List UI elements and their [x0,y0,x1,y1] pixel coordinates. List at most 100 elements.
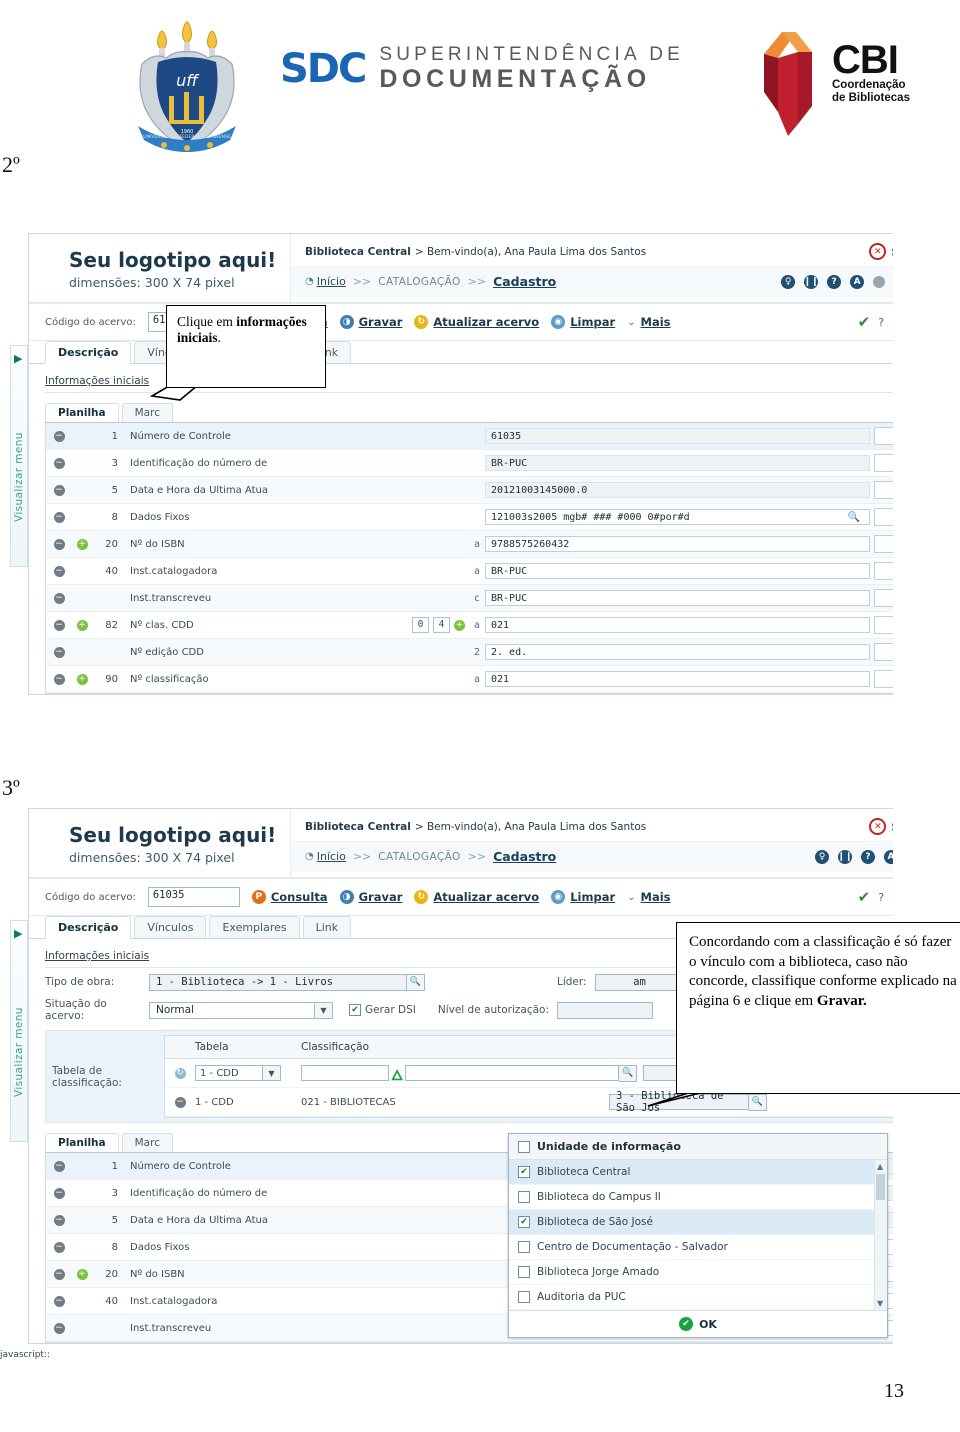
marc-row-extra-box[interactable] [874,427,893,445]
tab-descricao-1[interactable]: Descrição [45,341,132,364]
marc-value-input[interactable]: 021 [485,671,870,687]
remove-field-icon[interactable]: − [53,1160,65,1172]
marc-value-input[interactable]: BR-PUC [485,563,870,579]
lider-input[interactable]: am [594,973,685,991]
remove-field-icon[interactable]: − [53,1295,65,1307]
marc-row[interactable]: − 3 Identificação do número de BR-PUC [46,450,893,477]
marc-row[interactable]: −+20 Nº do ISBN a 9788575260432 [46,531,893,558]
add-field-icon[interactable]: + [76,1268,88,1280]
tab-link-2[interactable]: Link [302,916,352,938]
popup-select-all-checkbox[interactable] [518,1140,530,1153]
gerar-dsi-checkbox[interactable]: ✔ [349,1004,361,1016]
tab-descricao-2[interactable]: Descrição [45,916,132,939]
scroll-down-icon[interactable]: ▼ [877,1299,883,1308]
marc-row-extra-box[interactable] [874,616,893,634]
validate-check-icon-1[interactable]: ✔ [858,313,871,331]
location-icon-2[interactable]: ♀ [815,849,829,864]
popup-item-checkbox[interactable] [518,1241,530,1253]
marc-value-search-icon[interactable]: 🔍 [848,512,864,523]
popup-list-item[interactable]: ✔ Biblioteca Central [509,1160,887,1185]
subtab-planilha-1[interactable]: Planilha [45,403,119,422]
help-question-2[interactable]: ? [878,891,884,904]
marc-row[interactable]: − +82 Nº clas. CDD 0 4 + a 021 [46,612,893,639]
gravar-button-2[interactable]: ◑ Gravar [339,890,402,904]
remove-field-icon[interactable]: − [53,457,65,469]
gravar-button-1[interactable]: ◑ Gravar [339,315,402,329]
marc-indicator[interactable]: 4 [433,617,450,633]
situacao-select[interactable]: Normal [149,1001,315,1019]
side-menu-toggle-1[interactable]: ▶ Visualizar menu [10,345,28,567]
marc-row-extra-box[interactable] [874,508,893,526]
remove-field-icon[interactable]: − [53,1268,65,1280]
marc-row[interactable]: − 1 Número de Controle 61035 [46,423,893,450]
remove-field-icon[interactable]: − [53,1214,65,1226]
popup-item-checkbox[interactable]: ✔ [518,1166,530,1178]
remove-field-icon[interactable]: − [53,646,65,658]
remove-field-icon[interactable]: − [53,1322,65,1334]
subtab-planilha-2[interactable]: Planilha [45,1133,119,1152]
classification-search-key-icon[interactable]: 🜂 [391,1059,403,1088]
marc-row-extra-box[interactable] [874,643,893,661]
remove-field-icon[interactable]: − [53,484,65,496]
popup-item-checkbox[interactable] [518,1266,530,1278]
new-classificacao-code[interactable] [301,1065,389,1081]
logout-button-2[interactable]: ✕ Sair [869,818,893,835]
books-icon-1[interactable]: ❙❙ [804,274,819,289]
atualizar-button-2[interactable]: ↻ Atualizar acervo [414,890,539,904]
popup-list-item[interactable]: Auditoria da PUC [509,1285,887,1310]
marc-row-extra-box[interactable] [874,670,893,688]
informacoes-iniciais-link-2[interactable]: Informações iniciais [45,950,149,962]
marc-row[interactable]: − 40 Inst.catalogadora a BR-PUC [46,558,893,585]
help-icon-1[interactable]: ? [827,274,842,289]
marc-value-input[interactable]: BR-PUC [485,590,870,606]
add-field-icon[interactable]: + [76,619,88,631]
accessibility-icon-2[interactable]: A [884,849,893,864]
nivel-input[interactable] [557,1001,654,1019]
limpar-button-1[interactable]: ◉ Limpar [551,315,615,329]
informacoes-iniciais-link-1[interactable]: Informações iniciais [45,375,149,387]
popup-list-item[interactable]: Biblioteca Jorge Amado [509,1260,887,1285]
popup-scrollbar[interactable]: ▲ ▼ [874,1160,887,1310]
consulta-button-2[interactable]: P Consulta [251,890,328,904]
popup-ok-button[interactable]: ✔ OK [509,1310,887,1337]
tipo-obra-input[interactable]: 1 - Biblioteca -> 1 - Livros [149,973,407,991]
remove-field-icon[interactable]: − [53,565,65,577]
remove-field-icon[interactable]: − [53,511,65,523]
validate-check-icon-2[interactable]: ✔ [858,888,871,906]
help-icon-2[interactable]: ? [861,849,875,864]
collapse-updown-icon-1[interactable]: ↕ [892,315,893,330]
mais-button-2[interactable]: ⌄ Mais [627,890,670,904]
marc-value-input[interactable]: 021 [485,617,870,633]
remove-classification-icon[interactable]: − [174,1096,186,1108]
marc-row[interactable]: − 8 Dados Fixos 121003s2005 mgb# ### #000 0… [46,504,893,531]
marc-row-extra-box[interactable] [874,481,893,499]
books-icon-2[interactable]: ❙❙ [837,849,853,864]
marc-value-input[interactable]: 20121003145000.0 [485,482,870,498]
marc-row[interactable]: − +90 Nº classificação a 021 [46,666,893,693]
popup-list-item[interactable]: Centro de Documentação - Salvador [509,1235,887,1260]
mais-button-1[interactable]: ⌄ Mais [627,315,670,329]
remove-field-icon[interactable]: − [53,619,65,631]
remove-field-icon[interactable]: − [53,430,65,442]
marc-row-extra-box[interactable] [874,562,893,580]
marc-value-input[interactable]: 121003s2005 mgb# ### #000 0#por#d 🔍 [485,509,870,525]
refresh-row-icon[interactable]: ↻ [174,1067,186,1079]
marc-value-input[interactable]: 61035 [485,428,870,444]
new-classificacao-search-icon[interactable]: 🔍 [619,1064,638,1082]
tab-vinculos-2[interactable]: Vínculos [134,916,207,938]
add-field-icon[interactable]: + [76,673,88,685]
remove-field-icon[interactable]: − [53,673,65,685]
marc-value-input[interactable]: 2. ed. [485,644,870,660]
marc-value-input[interactable]: BR-PUC [485,455,870,471]
popup-list-item[interactable]: ✔ Biblioteca de São José [509,1210,887,1235]
remove-field-icon[interactable]: − [53,538,65,550]
remove-field-icon[interactable]: − [53,592,65,604]
atualizar-button-1[interactable]: ↻ Atualizar acervo [414,315,539,329]
marc-indicator[interactable]: 0 [412,617,429,633]
marc-row-extra-box[interactable] [874,454,893,472]
marc-row[interactable]: − Inst.transcreveu c BR-PUC [46,585,893,612]
scroll-thumb[interactable] [876,1174,885,1200]
tipo-obra-search-icon[interactable]: 🔍 [407,973,425,991]
marc-row[interactable]: − 5 Data e Hora da Ultima Atua 201210031450… [46,477,893,504]
marc-row-extra-box[interactable] [874,589,893,607]
